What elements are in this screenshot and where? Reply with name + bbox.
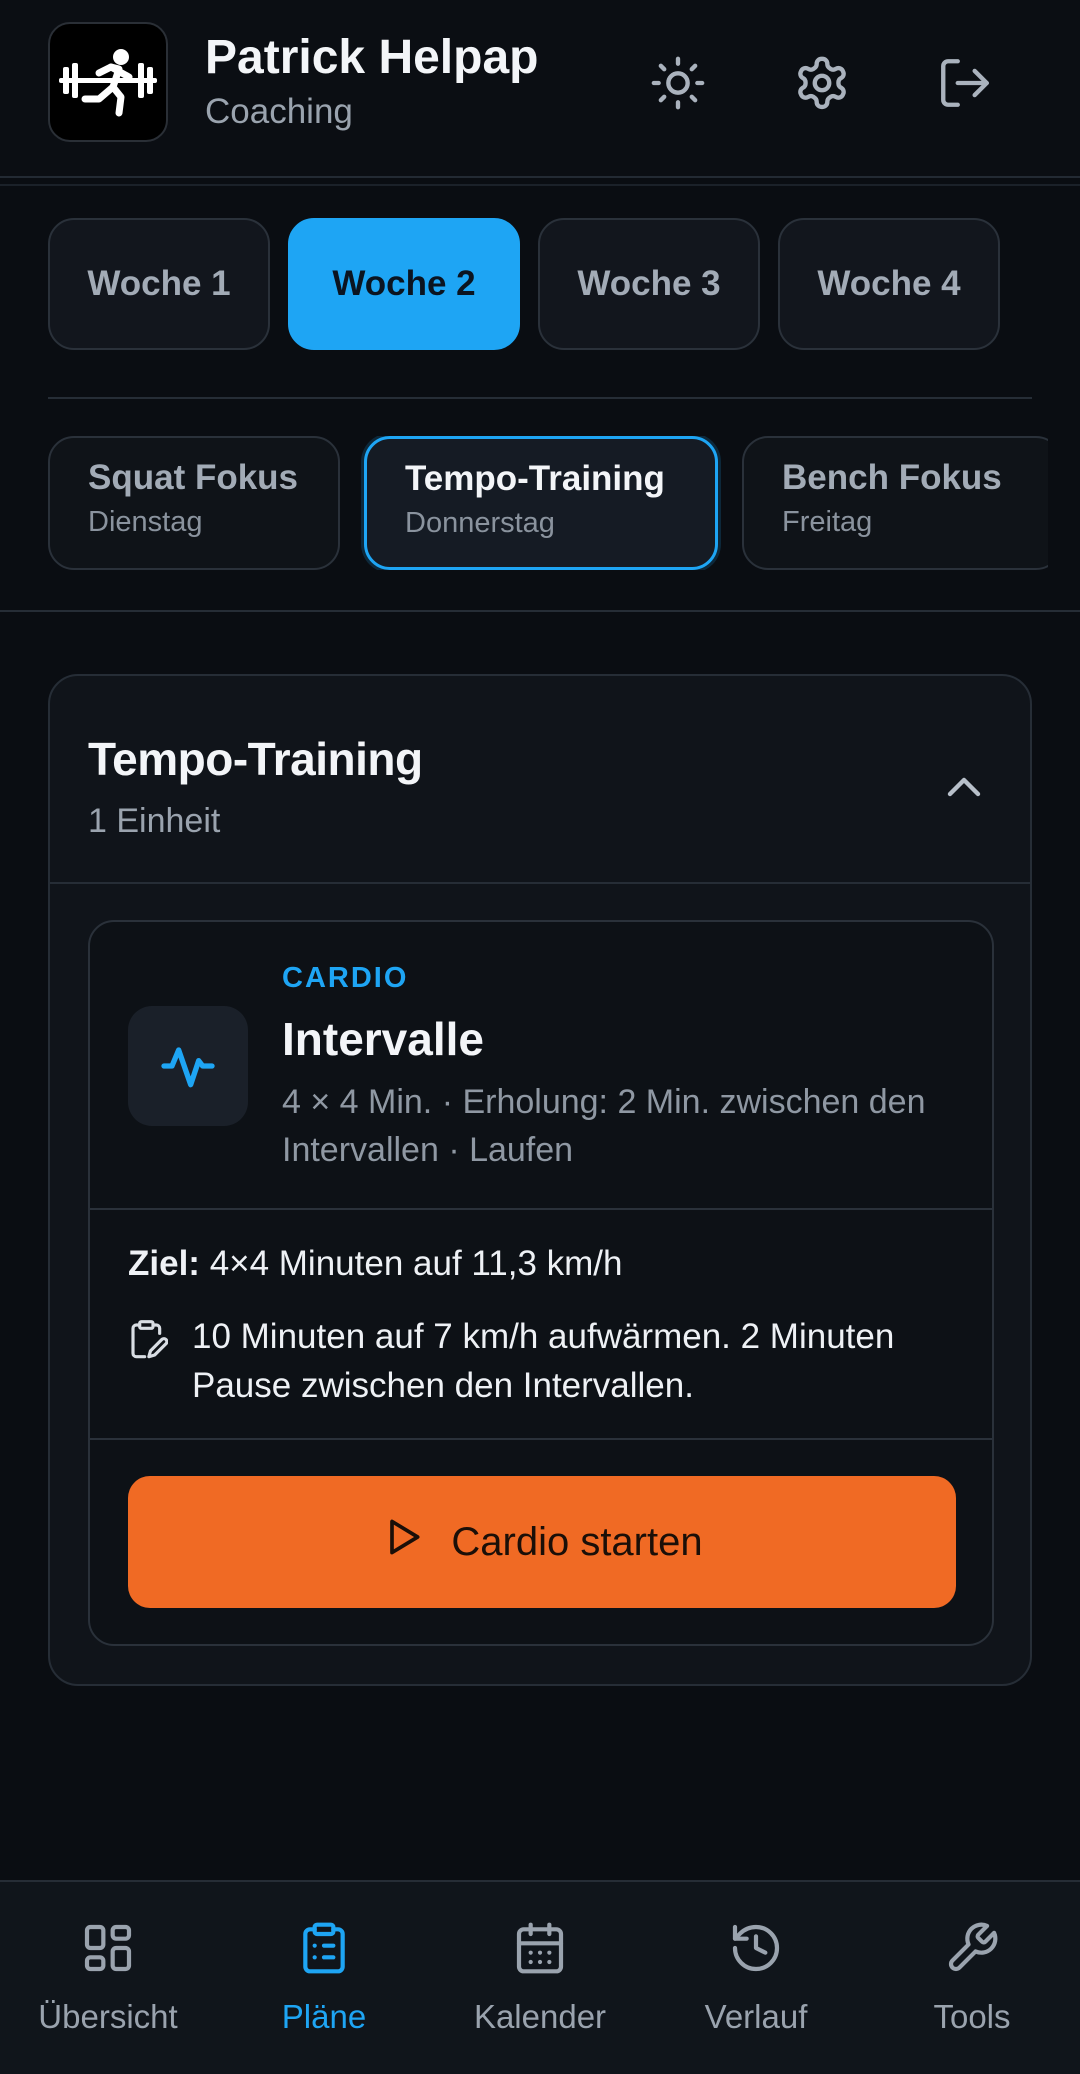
- session-card: Tempo-Training 1 Einheit CARDIO Interval…: [48, 674, 1032, 1686]
- nav-label: Tools: [933, 1998, 1011, 2035]
- app-subtitle: Coaching: [205, 92, 353, 131]
- day-tab-title: Tempo-Training: [405, 459, 665, 498]
- day-tab-weekday: Dienstag: [88, 506, 203, 538]
- session-unit-count: 1 Einheit: [88, 802, 221, 840]
- tab-day-squat-fokus[interactable]: Squat Fokus Dienstag: [48, 436, 340, 570]
- calendar-icon: [510, 1918, 570, 1978]
- app-header: Patrick Helpap Coaching: [0, 0, 1080, 186]
- exercise-unit: CARDIO Intervalle 4 × 4 Min. · Erholung:…: [88, 920, 994, 1646]
- tab-week-1[interactable]: Woche 1: [48, 218, 270, 350]
- day-tab-title: Bench Fokus: [782, 458, 1002, 497]
- unit-name: Intervalle: [282, 1013, 484, 1065]
- nav-label: Kalender: [473, 1998, 607, 2035]
- session-title: Tempo-Training: [88, 733, 423, 785]
- chevron-up-icon[interactable]: [936, 760, 992, 816]
- divider: [48, 397, 1032, 399]
- tab-week-3[interactable]: Woche 3: [538, 218, 760, 350]
- day-tab-weekday: Freitag: [782, 506, 873, 538]
- goal-label: Ziel:: [128, 1244, 200, 1283]
- nav-item-verlauf[interactable]: Verlauf: [648, 1918, 864, 2036]
- tab-week-2[interactable]: Woche 2: [288, 218, 520, 350]
- sun-icon[interactable]: [645, 50, 711, 116]
- activity-pulse-icon: [128, 1006, 248, 1126]
- nav-label: Übersicht: [38, 1998, 178, 2035]
- nav-label: Pläne: [281, 1998, 367, 2035]
- nav-item-uebersicht[interactable]: Übersicht: [0, 1918, 216, 2036]
- clipboard-list-icon: [294, 1918, 354, 1978]
- unit-description: 4 × 4 Min. · Erholung: 2 Min. zwischen d…: [282, 1083, 926, 1169]
- nav-item-kalender[interactable]: Kalender: [432, 1918, 648, 2036]
- tab-day-tempo-training[interactable]: Tempo-Training Donnerstag: [364, 436, 718, 570]
- goal-value: 4×4 Minuten auf 11,3 km/h: [209, 1244, 623, 1283]
- day-tab-weekday: Donnerstag: [405, 507, 555, 539]
- wrench-icon: [942, 1918, 1002, 1978]
- day-tab-title: Squat Fokus: [88, 458, 299, 497]
- app-title: Patrick Helpap: [205, 31, 539, 84]
- history-icon: [726, 1918, 786, 1978]
- nav-item-plaene[interactable]: Pläne: [216, 1918, 432, 2036]
- divider: [50, 882, 1030, 884]
- day-tabs: Squat Fokus Dienstag Tempo-Training Donn…: [48, 436, 1048, 570]
- logout-icon[interactable]: [932, 50, 998, 116]
- divider: [90, 1208, 992, 1210]
- tab-week-4[interactable]: Woche 4: [778, 218, 1000, 350]
- play-icon: [381, 1515, 425, 1569]
- start-cardio-button[interactable]: Cardio starten: [128, 1476, 956, 1608]
- grid-icon: [78, 1918, 138, 1978]
- tab-day-bench-fokus[interactable]: Bench Fokus Freitag: [742, 436, 1048, 570]
- nav-item-tools[interactable]: Tools: [864, 1918, 1080, 2036]
- gear-icon[interactable]: [789, 50, 855, 116]
- divider: [90, 1438, 992, 1440]
- athlete-running-icon: [48, 22, 168, 142]
- bottom-navigation: Übersicht Pläne Kalender Verlauf Tools: [0, 1880, 1080, 2074]
- start-cardio-label: Cardio starten: [451, 1519, 703, 1564]
- week-tabs: Woche 1 Woche 2 Woche 3 Woche 4: [48, 218, 1000, 350]
- divider: [0, 610, 1080, 612]
- nav-label: Verlauf: [704, 1998, 808, 2035]
- clipboard-edit-icon: [128, 1318, 169, 1362]
- unit-note: 10 Minuten auf 7 km/h aufwärmen. 2 Minut…: [192, 1317, 895, 1405]
- unit-goal: Ziel: 4×4 Minuten auf 11,3 km/h: [128, 1244, 623, 1284]
- unit-category: CARDIO: [282, 962, 409, 994]
